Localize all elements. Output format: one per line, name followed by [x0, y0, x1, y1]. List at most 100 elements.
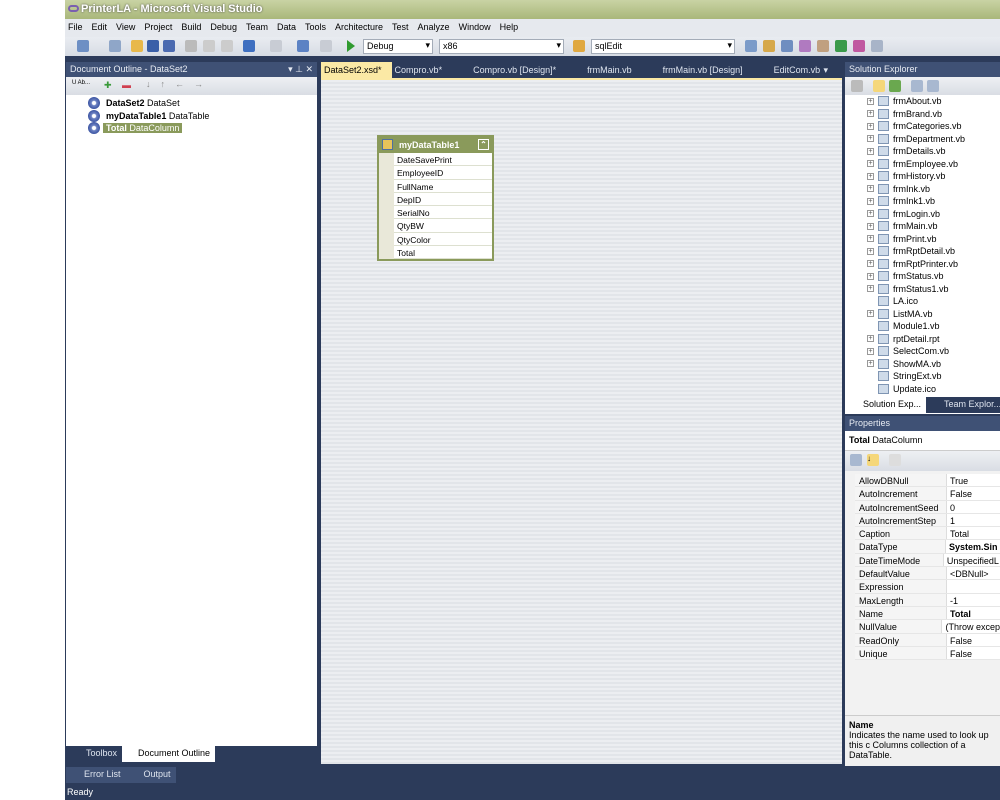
- datatable-column[interactable]: DateSavePrint: [394, 153, 492, 167]
- solution-item[interactable]: + frmRptDetail.vb: [845, 245, 1000, 258]
- add-icon[interactable]: ✚: [104, 80, 112, 91]
- tab-document-outline[interactable]: Document Outline: [122, 746, 216, 762]
- editor-tab[interactable]: Compro.vb*: [392, 62, 453, 78]
- solution-item[interactable]: + frmCategories.vb: [845, 120, 1000, 133]
- datatable-column[interactable]: QtyBW: [394, 219, 492, 233]
- solution-item[interactable]: + frmBrand.vb: [845, 108, 1000, 121]
- solution-item[interactable]: + frmInk1.vb: [845, 195, 1000, 208]
- cut-icon[interactable]: [185, 40, 197, 52]
- editor-tab[interactable]: frmMain.vb [Design]: [660, 62, 753, 78]
- solution-item[interactable]: + frmPrint.vb: [845, 233, 1000, 246]
- property-row[interactable]: DataType System.Sin: [855, 540, 1000, 554]
- property-value[interactable]: Total: [947, 607, 974, 619]
- menu-test[interactable]: Test: [392, 22, 409, 37]
- expand-icon[interactable]: +: [867, 347, 874, 355]
- solution-item[interactable]: + frmMain.vb: [845, 220, 1000, 233]
- open-folder-icon[interactable]: [131, 40, 143, 52]
- datatable-column[interactable]: DepID: [394, 193, 492, 207]
- expand-icon[interactable]: +: [867, 235, 874, 243]
- solution-config-select[interactable]: Debug: [363, 39, 433, 54]
- object-selector[interactable]: Total DataColumn: [845, 431, 1000, 451]
- categorized-icon[interactable]: [850, 454, 862, 466]
- solution-item[interactable]: + SelectCom.vb: [845, 345, 1000, 358]
- copy-icon[interactable]: [203, 40, 215, 52]
- menu-project[interactable]: Project: [144, 22, 172, 37]
- expand-icon[interactable]: +: [867, 222, 874, 230]
- solution-item[interactable]: + rptDetail.rpt: [845, 333, 1000, 346]
- redo-icon[interactable]: [270, 40, 282, 52]
- property-row[interactable]: Name Total: [855, 606, 1000, 621]
- start-page-icon[interactable]: [835, 40, 847, 52]
- property-value[interactable]: UnspecifiedL: [944, 554, 1000, 566]
- outline-item[interactable]: DataSet2 DataSet: [88, 97, 317, 110]
- property-row[interactable]: MaxLength -1: [855, 593, 1000, 607]
- view-designer-icon[interactable]: [927, 80, 939, 92]
- property-pages-icon[interactable]: [889, 454, 901, 466]
- navigate-forward-icon[interactable]: [320, 40, 332, 52]
- add-item-icon[interactable]: [109, 40, 121, 52]
- property-row[interactable]: DateTimeMode UnspecifiedL: [855, 553, 1000, 568]
- properties-icon[interactable]: [851, 80, 863, 92]
- expand-icon[interactable]: +: [867, 110, 874, 118]
- menu-analyze[interactable]: Analyze: [418, 22, 450, 37]
- datatable-column[interactable]: EmployeeID: [394, 166, 492, 180]
- move-arrows-icon[interactable]: ↓↑←→: [146, 79, 213, 89]
- collapse-icon[interactable]: ⌃: [478, 139, 489, 150]
- solution-item[interactable]: + frmEmployee.vb: [845, 158, 1000, 171]
- menu-debug[interactable]: Debug: [210, 22, 237, 37]
- solution-item[interactable]: + frmStatus1.vb: [845, 283, 1000, 296]
- sort-dropdown[interactable]: U Ab...: [72, 80, 90, 86]
- new-project-icon[interactable]: [77, 40, 89, 52]
- menu-view[interactable]: View: [116, 22, 135, 37]
- find-icon[interactable]: [573, 40, 585, 52]
- menu-window[interactable]: Window: [459, 22, 491, 37]
- show-all-files-icon[interactable]: [873, 80, 885, 92]
- editor-tab[interactable]: DataSet2.xsd*: [321, 62, 392, 78]
- menu-architecture[interactable]: Architecture: [335, 22, 383, 37]
- expand-icon[interactable]: +: [867, 210, 874, 218]
- tab-toolbox[interactable]: Toolbox: [66, 746, 122, 762]
- property-row[interactable]: ReadOnly False: [855, 633, 1000, 647]
- property-row[interactable]: Caption Total: [855, 527, 1000, 541]
- property-value[interactable]: True: [947, 474, 971, 486]
- solution-item[interactable]: +Update.ico: [845, 383, 1000, 396]
- datatable-header[interactable]: myDataTable1 ⌃: [379, 137, 492, 153]
- pin-close-icons[interactable]: ▾ ⊥ ✕: [288, 64, 313, 75]
- save-all-icon[interactable]: [163, 40, 175, 52]
- property-row[interactable]: AutoIncrementSeed 0: [855, 500, 1000, 514]
- tab-solution-explorer[interactable]: Solution Exp...: [845, 397, 927, 413]
- property-row[interactable]: AllowDBNull True: [855, 474, 1000, 488]
- menu-edit[interactable]: Edit: [92, 22, 108, 37]
- expand-icon[interactable]: +: [867, 247, 874, 255]
- object-browser-icon[interactable]: [781, 40, 793, 52]
- property-value[interactable]: 0: [947, 501, 958, 513]
- solution-item[interactable]: + ListMA.vb: [845, 308, 1000, 321]
- expand-icon[interactable]: +: [867, 360, 874, 368]
- solution-item[interactable]: + frmAbout.vb: [845, 95, 1000, 108]
- menu-build[interactable]: Build: [181, 22, 201, 37]
- start-debug-icon[interactable]: [347, 40, 355, 52]
- extension-icon[interactable]: [853, 40, 865, 52]
- command-window-icon[interactable]: [871, 40, 883, 52]
- expand-icon[interactable]: +: [867, 172, 874, 180]
- expand-icon[interactable]: +: [867, 185, 874, 193]
- expand-icon[interactable]: +: [867, 260, 874, 268]
- property-value[interactable]: <DBNull>: [947, 567, 992, 579]
- tab-output[interactable]: Output: [125, 767, 176, 783]
- property-row[interactable]: Unique False: [855, 646, 1000, 661]
- menu-team[interactable]: Team: [246, 22, 268, 37]
- tools-icon[interactable]: [817, 40, 829, 52]
- solution-item[interactable]: + ShowMA.vb: [845, 358, 1000, 371]
- solution-item[interactable]: + frmInk.vb: [845, 183, 1000, 196]
- expand-icon[interactable]: +: [867, 285, 874, 293]
- tab-team-explorer[interactable]: Team Explor...: [926, 397, 1000, 413]
- property-value[interactable]: [947, 580, 953, 592]
- expand-icon[interactable]: +: [867, 310, 874, 318]
- toolbox-icon[interactable]: [799, 40, 811, 52]
- property-value[interactable]: System.Sin: [946, 540, 1000, 552]
- datatable-column[interactable]: Total: [394, 246, 492, 260]
- property-row[interactable]: NullValue (Throw excep: [855, 620, 1000, 634]
- solution-item[interactable]: +Module1.vb: [845, 320, 1000, 333]
- menu-help[interactable]: Help: [500, 22, 519, 37]
- datatable-column[interactable]: FullName: [394, 180, 492, 193]
